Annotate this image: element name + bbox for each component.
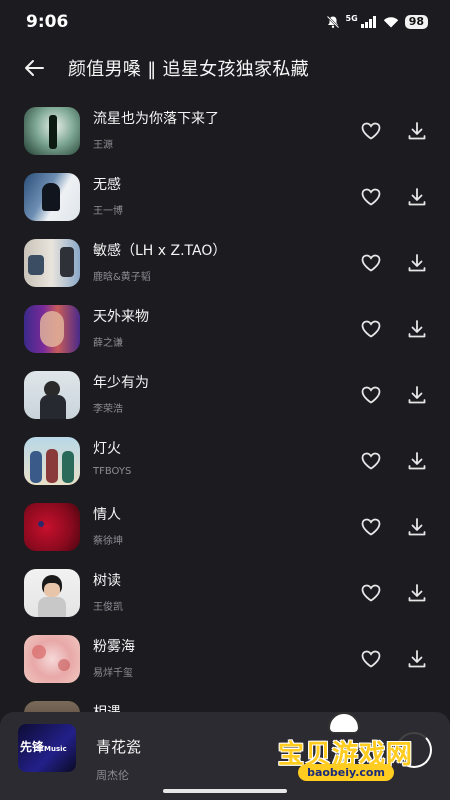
song-row[interactable]: 粉雾海 易烊千玺 (0, 626, 450, 692)
heart-outline-icon (361, 122, 381, 140)
player-artist: 周杰伦 (96, 769, 129, 782)
page-header: 颜值男嗓 ‖ 追星女孩独家私藏 (0, 44, 450, 92)
download-button[interactable] (406, 582, 428, 604)
song-artist: 薛之谦 (93, 338, 123, 349)
like-button[interactable] (360, 450, 382, 472)
download-button[interactable] (406, 450, 428, 472)
download-icon (408, 584, 426, 602)
battery-icon: 98 (404, 15, 428, 29)
song-cover (24, 173, 80, 221)
like-button[interactable] (360, 648, 382, 670)
heart-outline-icon (361, 584, 381, 602)
song-artist: 鹿晗&黄子韬 (93, 272, 151, 283)
song-row[interactable]: 年少有为 李荣浩 (0, 362, 450, 428)
like-button[interactable] (360, 384, 382, 406)
player-cover[interactable]: 先锋Music (18, 724, 76, 772)
download-button[interactable] (406, 318, 428, 340)
download-icon (408, 188, 426, 206)
song-cover (24, 635, 80, 683)
song-cover (24, 569, 80, 617)
song-title: 流星也为你落下来了 (93, 111, 219, 127)
song-cover (24, 371, 80, 419)
like-button[interactable] (360, 318, 382, 340)
song-row[interactable]: 情人 蔡徐坤 (0, 494, 450, 560)
song-artist: 王源 (93, 140, 113, 151)
song-title: 粉雾海 (93, 639, 135, 655)
heart-outline-icon (361, 320, 381, 338)
back-button[interactable] (20, 54, 48, 82)
song-row[interactable]: 天外来物 薛之谦 (0, 296, 450, 362)
mute-bell-icon (326, 15, 340, 29)
download-button[interactable] (406, 648, 428, 670)
download-button[interactable] (406, 252, 428, 274)
song-cover (24, 503, 80, 551)
download-button[interactable] (406, 186, 428, 208)
song-artist: 王一博 (93, 206, 123, 217)
song-cover (24, 437, 80, 485)
heart-outline-icon (361, 518, 381, 536)
song-title: 树读 (93, 573, 121, 589)
song-artist: 易烊千玺 (93, 668, 133, 679)
like-button[interactable] (360, 582, 382, 604)
playlist-title: 颜值男嗓 ‖ 追星女孩独家私藏 (68, 59, 309, 80)
song-row[interactable]: 树读 王俊凯 (0, 560, 450, 626)
song-row[interactable]: 灯火 TFBOYS (0, 428, 450, 494)
download-icon (408, 386, 426, 404)
watermark-url: baobeiy.com (298, 764, 394, 781)
song-artist: 王俊凯 (93, 602, 123, 613)
network-type: 5G (345, 13, 358, 23)
song-artist: 李荣浩 (93, 404, 123, 415)
heart-outline-icon (361, 452, 381, 470)
mascot-icon (328, 712, 360, 734)
download-button[interactable] (406, 120, 428, 142)
song-artist: TFBOYS (93, 466, 132, 477)
song-row[interactable]: 流星也为你落下来了 王源 (0, 98, 450, 164)
like-button[interactable] (360, 120, 382, 142)
song-title: 敏感（LH x Z.TAO） (93, 243, 227, 259)
status-time: 9:06 (26, 12, 69, 32)
wifi-icon (383, 16, 399, 28)
download-icon (408, 452, 426, 470)
status-bar: 9:06 5G 98 (0, 0, 450, 44)
player-song-title: 青花瓷 (96, 738, 142, 756)
download-icon (408, 320, 426, 338)
home-indicator[interactable] (163, 789, 287, 793)
download-button[interactable] (406, 384, 428, 406)
download-icon (408, 254, 426, 272)
status-icons: 5G 98 (326, 13, 428, 29)
song-title: 情人 (93, 507, 121, 523)
player-logo: 先锋Music (20, 740, 67, 754)
song-title: 灯火 (93, 441, 121, 457)
heart-outline-icon (361, 254, 381, 272)
download-icon (408, 650, 426, 668)
heart-outline-icon (361, 650, 381, 668)
song-title: 年少有为 (93, 375, 149, 391)
song-artist: 蔡徐坤 (93, 536, 123, 547)
like-button[interactable] (360, 252, 382, 274)
heart-outline-icon (361, 386, 381, 404)
arrow-left-icon (25, 60, 44, 76)
song-row[interactable]: 无感 王一博 (0, 164, 450, 230)
song-cover (24, 305, 80, 353)
song-title: 无感 (93, 177, 121, 193)
like-button[interactable] (360, 186, 382, 208)
heart-outline-icon (361, 188, 381, 206)
song-list: 流星也为你落下来了 王源 无感 王一博 敏感（LH x Z.TAO） 鹿晗&黄子… (0, 98, 450, 758)
download-button[interactable] (406, 516, 428, 538)
site-watermark: 宝贝游戏网 baobeiy.com (278, 712, 418, 788)
download-icon (408, 122, 426, 140)
download-icon (408, 518, 426, 536)
like-button[interactable] (360, 516, 382, 538)
song-cover (24, 107, 80, 155)
song-cover (24, 239, 80, 287)
song-row[interactable]: 敏感（LH x Z.TAO） 鹿晗&黄子韬 (0, 230, 450, 296)
song-title: 天外来物 (93, 309, 149, 325)
signal-icon (360, 16, 377, 28)
